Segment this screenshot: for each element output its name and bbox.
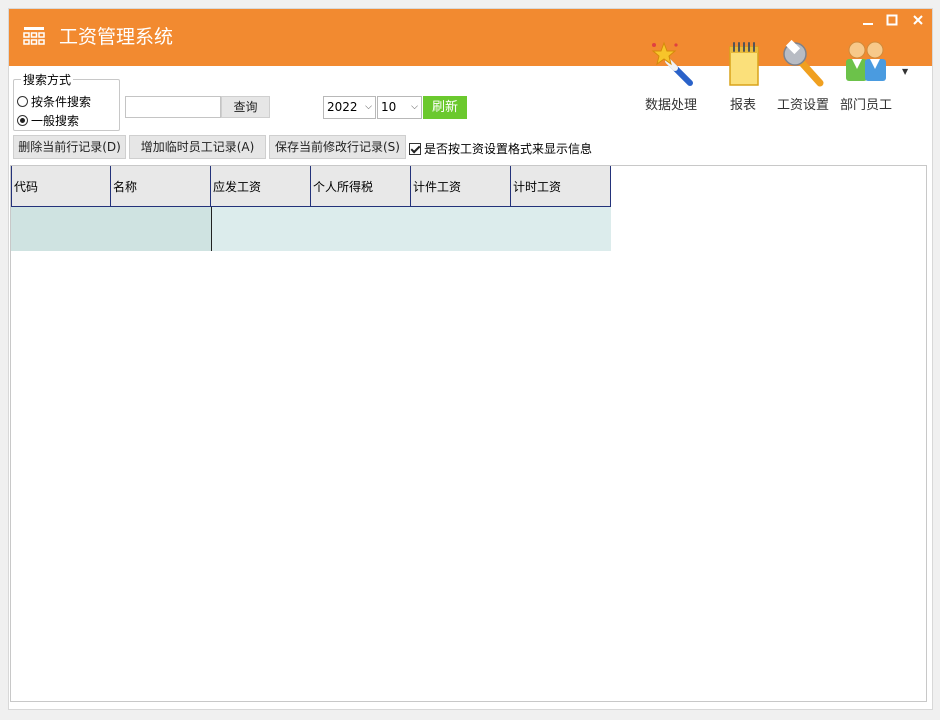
toolbar-label: 工资设置 — [777, 98, 830, 113]
table-cell[interactable] — [111, 207, 211, 251]
maximize-button[interactable] — [881, 13, 903, 33]
toolbar-department-staff[interactable]: 部门员工 — [840, 39, 892, 113]
users-icon — [846, 41, 886, 81]
year-select[interactable]: 2022 ⌵ — [323, 96, 376, 119]
toolbar-label: 部门员工 — [840, 98, 893, 113]
format-checkbox[interactable]: 是否按工资设置格式来显示信息 — [409, 140, 592, 157]
radio-icon — [17, 96, 28, 107]
search-mode-group: 搜索方式 按条件搜索 一般搜索 — [13, 71, 120, 131]
save-row-button[interactable]: 保存当前修改行记录(S) — [269, 135, 406, 159]
magic-wand-icon — [651, 41, 693, 86]
column-header-hourly-wage[interactable]: 计时工资 — [511, 166, 611, 206]
year-value: 2022 — [327, 100, 358, 114]
search-mode-legend: 搜索方式 — [21, 71, 74, 88]
close-button[interactable] — [907, 13, 929, 33]
radio-conditional-search[interactable]: 按条件搜索 — [17, 93, 91, 110]
search-input[interactable] — [125, 96, 221, 118]
table-cell[interactable] — [511, 207, 611, 251]
salary-table[interactable]: 代码 名称 应发工资 个人所得税 计件工资 计时工资 — [10, 165, 927, 702]
main-window: 工资管理系统 数据处理 报表 工资设置 部门员工 ▼ 搜索方式 按条件搜索 一般… — [8, 8, 933, 710]
toolbar-salary-settings[interactable]: 工资设置 — [777, 39, 829, 113]
notepad-icon — [729, 42, 759, 86]
column-header-code[interactable]: 代码 — [11, 166, 111, 206]
format-checkbox-label: 是否按工资设置格式来显示信息 — [424, 142, 593, 156]
column-header-name[interactable]: 名称 — [111, 166, 211, 206]
refresh-button[interactable]: 刷新 — [423, 96, 467, 119]
minimize-button[interactable] — [857, 13, 879, 33]
toolbar-label: 数据处理 — [645, 98, 698, 113]
month-select[interactable]: 10 ⌵ — [377, 96, 422, 119]
table-header: 代码 名称 应发工资 个人所得税 计件工资 计时工资 — [11, 166, 611, 207]
wrench-icon — [783, 39, 824, 87]
checkbox-checked-icon — [409, 142, 421, 155]
radio-label: 一般搜索 — [31, 114, 80, 128]
toolbar-reports[interactable]: 报表 — [718, 39, 768, 113]
table-cell[interactable] — [411, 207, 511, 251]
radio-label: 按条件搜索 — [31, 95, 92, 109]
toolbar-label: 报表 — [729, 98, 756, 113]
maximize-icon — [886, 14, 898, 26]
grid-menu-icon[interactable] — [23, 26, 45, 46]
radio-selected-icon — [17, 115, 28, 126]
table-cell[interactable] — [211, 207, 311, 251]
table-cell[interactable] — [311, 207, 411, 251]
column-header-gross-salary[interactable]: 应发工资 — [211, 166, 311, 206]
chevron-down-icon: ⌵ — [365, 102, 372, 112]
chevron-down-icon: ⌵ — [411, 102, 418, 112]
radio-general-search[interactable]: 一般搜索 — [17, 112, 79, 129]
table-cell[interactable] — [11, 207, 111, 251]
minimize-icon — [863, 23, 873, 25]
column-header-piece-wage[interactable]: 计件工资 — [411, 166, 511, 206]
add-temp-employee-button[interactable]: 增加临时员工记录(A) — [129, 135, 266, 159]
month-value: 10 — [381, 100, 397, 114]
table-row[interactable] — [11, 207, 611, 251]
toolbar-data-processing[interactable]: 数据处理 — [645, 39, 697, 113]
column-header-income-tax[interactable]: 个人所得税 — [311, 166, 411, 206]
delete-row-button[interactable]: 删除当前行记录(D) — [13, 135, 126, 159]
query-button[interactable]: 查询 — [221, 96, 270, 118]
close-icon — [913, 15, 923, 25]
chevron-down-icon[interactable]: ▼ — [902, 67, 908, 76]
window-title: 工资管理系统 — [59, 26, 174, 48]
